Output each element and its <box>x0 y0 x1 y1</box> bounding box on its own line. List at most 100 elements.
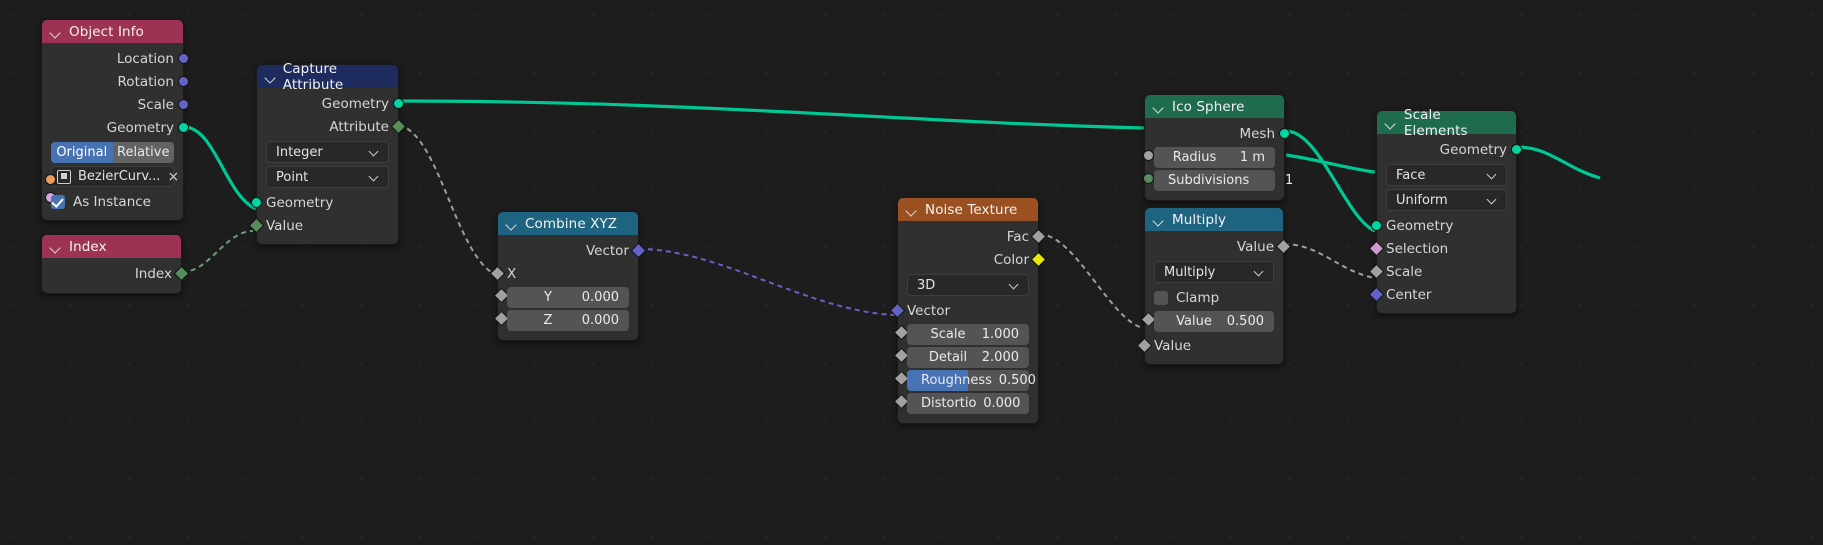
socket-row-combine-x[interactable]: X <box>489 262 638 285</box>
scale-elements-mode-dropdown[interactable]: Uniform <box>1386 189 1507 211</box>
node-ico-sphere[interactable]: Ico Sphere Mesh Radius 1 m Subdivisions … <box>1143 94 1293 201</box>
chevron-down-icon[interactable] <box>506 218 518 230</box>
node-index[interactable]: Index Index <box>41 234 190 294</box>
socket-capture-value-input[interactable] <box>248 217 265 234</box>
multiply-value-value[interactable]: 0.500 <box>1220 314 1264 329</box>
socket-location-output[interactable] <box>178 53 189 64</box>
chevron-down-icon[interactable] <box>1153 101 1165 113</box>
socket-multiply-value-a-input[interactable] <box>1136 337 1153 354</box>
socket-row-noise-vector[interactable]: Vector <box>889 299 1038 322</box>
socket-row-location[interactable]: Location <box>42 47 189 70</box>
combine-z-value[interactable]: 0.000 <box>575 313 619 328</box>
toggle-original[interactable]: Original <box>51 142 113 163</box>
socket-row-index-output[interactable]: Index <box>42 262 190 285</box>
node-combine-xyz-header[interactable]: Combine XYZ <box>498 212 638 235</box>
noise-roughness-field[interactable]: Roughness 0.500 <box>907 370 1036 391</box>
socket-row-capture-value-in[interactable]: Value <box>248 214 398 237</box>
socket-combine-x-input[interactable] <box>489 265 506 282</box>
node-index-header[interactable]: Index <box>42 235 181 258</box>
noise-dimensions-dropdown[interactable]: 3D <box>907 274 1029 296</box>
node-capture-attribute[interactable]: Capture Attribute Geometry Attribute Int… <box>248 61 407 245</box>
toggle-relative[interactable]: Relative <box>112 142 174 163</box>
node-noise-texture[interactable]: Noise Texture Fac Color 3D Vector Scale … <box>889 197 1047 424</box>
socket-row-scaleelements-center[interactable]: Center <box>1368 283 1516 306</box>
socket-row-capture-geometry-out[interactable]: Geometry <box>257 92 404 115</box>
chevron-down-icon[interactable] <box>50 241 62 253</box>
socket-multiply-value-output[interactable] <box>1275 238 1292 255</box>
chevron-down-icon[interactable] <box>1488 196 1497 205</box>
multiply-value-field[interactable]: Value 0.500 <box>1154 311 1274 332</box>
socket-noise-vector-input[interactable] <box>889 302 906 319</box>
socket-row-capture-attribute-out[interactable]: Attribute <box>257 115 407 138</box>
ico-radius-value[interactable]: 1 m <box>1221 150 1265 165</box>
node-multiply-header[interactable]: Multiply <box>1145 208 1283 231</box>
socket-noise-color-output[interactable] <box>1030 251 1047 268</box>
socket-noise-fac-output[interactable] <box>1030 228 1047 245</box>
chevron-down-icon[interactable] <box>370 148 379 157</box>
node-scale-elements-header[interactable]: Scale Elements <box>1377 107 1516 139</box>
socket-row-noise-color[interactable]: Color <box>898 248 1047 271</box>
socket-ico-radius-input[interactable] <box>1143 149 1154 161</box>
chevron-down-icon[interactable] <box>1255 268 1264 277</box>
as-instance-row[interactable]: As Instance <box>42 190 183 213</box>
socket-scale-output[interactable] <box>178 99 189 110</box>
socket-combine-vector-output[interactable] <box>630 242 647 259</box>
socket-row-scaleelements-selection[interactable]: Selection <box>1368 237 1516 260</box>
socket-scaleelements-geometry-input[interactable] <box>1371 220 1382 231</box>
as-instance-checkbox[interactable] <box>51 194 65 209</box>
socket-row-scaleelements-scale[interactable]: Scale <box>1368 260 1516 283</box>
socket-row-geometry[interactable]: Geometry <box>42 116 189 139</box>
socket-scaleelements-selection-input[interactable] <box>1368 240 1385 257</box>
noise-detail-value[interactable]: 2.000 <box>975 350 1019 365</box>
socket-ico-mesh-output[interactable] <box>1279 128 1290 139</box>
chevron-down-icon[interactable] <box>906 204 918 216</box>
socket-rotation-output[interactable] <box>178 76 189 87</box>
chevron-down-icon[interactable] <box>1488 171 1497 180</box>
socket-geometry-output[interactable] <box>178 122 189 133</box>
scale-elements-domain-dropdown[interactable]: Face <box>1386 164 1507 186</box>
capture-data-type-dropdown[interactable]: Integer <box>266 141 389 163</box>
object-selector-field[interactable]: BezierCurv... × <box>51 166 179 187</box>
chevron-down-icon[interactable] <box>265 71 276 83</box>
socket-row-scaleelements-geometry-out[interactable]: Geometry <box>1377 138 1522 161</box>
socket-row-rotation[interactable]: Rotation <box>42 70 189 93</box>
node-noise-texture-header[interactable]: Noise Texture <box>898 198 1038 221</box>
capture-domain-dropdown[interactable]: Point <box>266 166 389 188</box>
combine-y-field[interactable]: Y 0.000 <box>507 287 629 308</box>
node-editor-canvas[interactable]: Object Info Location Rotation Scale Geom… <box>0 0 1823 545</box>
node-capture-attribute-header[interactable]: Capture Attribute <box>257 61 398 93</box>
socket-row-ico-mesh[interactable]: Mesh <box>1145 122 1290 145</box>
socket-scaleelements-center-input[interactable] <box>1368 286 1385 303</box>
noise-scale-field[interactable]: Scale 1.000 <box>907 324 1029 345</box>
node-scale-elements[interactable]: Scale Elements Geometry Face Uniform Geo… <box>1368 107 1522 314</box>
chevron-down-icon[interactable] <box>370 173 379 182</box>
chevron-down-icon[interactable] <box>1010 281 1019 290</box>
noise-distortion-value[interactable]: 0.000 <box>976 396 1020 411</box>
combine-y-value[interactable]: 0.000 <box>575 290 619 305</box>
node-combine-xyz[interactable]: Combine XYZ Vector X Y 0.000 Z 0.000 <box>489 211 647 341</box>
chevron-down-icon[interactable] <box>1153 214 1165 226</box>
transform-space-toggle[interactable]: Original Relative <box>51 142 174 163</box>
node-object-info-header[interactable]: Object Info <box>42 20 183 43</box>
chevron-down-icon[interactable] <box>1385 117 1397 129</box>
ico-radius-field[interactable]: Radius 1 m <box>1154 147 1275 168</box>
socket-ico-subdivisions-input[interactable] <box>1143 172 1154 184</box>
socket-capture-attribute-output[interactable] <box>390 118 407 135</box>
noise-scale-value[interactable]: 1.000 <box>975 327 1019 342</box>
ico-subdivisions-field[interactable]: Subdivisions 1 <box>1154 170 1293 191</box>
socket-row-combine-vector-out[interactable]: Vector <box>498 239 647 262</box>
socket-row-scaleelements-geometry-in[interactable]: Geometry <box>1371 214 1516 237</box>
node-object-info[interactable]: Object Info Location Rotation Scale Geom… <box>41 19 189 221</box>
socket-row-capture-geometry-in[interactable]: Geometry <box>251 191 398 214</box>
node-multiply[interactable]: Multiply Value Multiply Clamp Value 0.50… <box>1136 207 1292 365</box>
socket-capture-geometry-input[interactable] <box>251 197 262 208</box>
noise-distortion-field[interactable]: Distortio 0.000 <box>907 393 1029 414</box>
socket-object-input[interactable] <box>45 173 56 185</box>
socket-index-output[interactable] <box>173 265 190 282</box>
socket-capture-geometry-output[interactable] <box>393 98 404 109</box>
socket-scaleelements-geometry-output[interactable] <box>1511 144 1522 155</box>
ico-subdivisions-value[interactable]: 1 <box>1249 173 1293 188</box>
node-ico-sphere-header[interactable]: Ico Sphere <box>1145 95 1284 118</box>
chevron-down-icon[interactable] <box>50 26 62 38</box>
socket-row-multiply-value-out[interactable]: Value <box>1145 235 1292 258</box>
